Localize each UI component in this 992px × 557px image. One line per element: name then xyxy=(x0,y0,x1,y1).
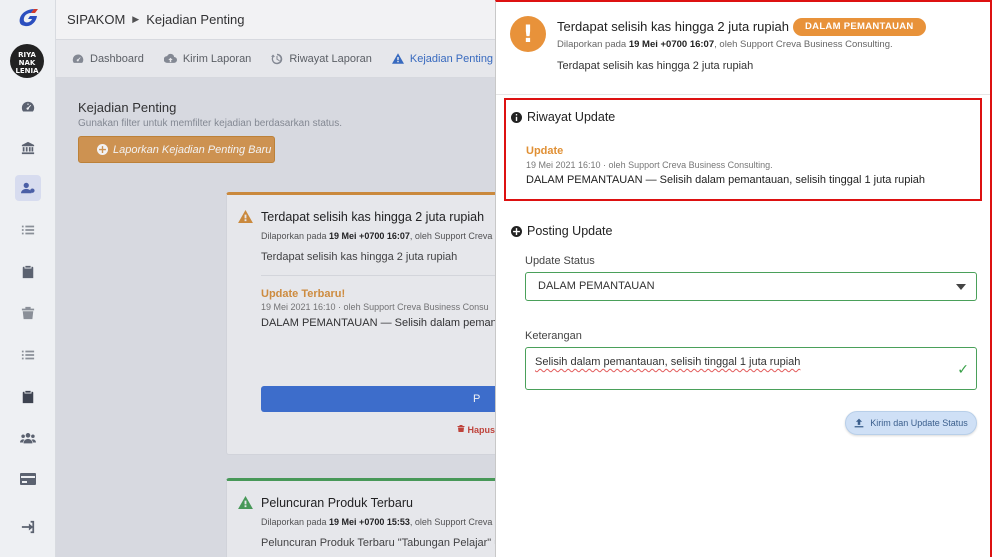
panel-header: ! Terdapat selisih kas hingga 2 juta rup… xyxy=(496,2,990,95)
note-textarea[interactable]: Selisih dalam pemantauan, selisih tingga… xyxy=(525,347,977,390)
clipboard-check-icon[interactable] xyxy=(17,386,39,408)
history-heading: Riwayat Update xyxy=(511,110,615,124)
bank-icon[interactable] xyxy=(17,137,39,159)
status-select[interactable]: DALAM PEMANTAUAN xyxy=(525,272,977,301)
list-icon[interactable] xyxy=(17,219,39,241)
history-title: Riwayat Update xyxy=(527,110,616,124)
panel-title: Terdapat selisih kas hingga 2 juta rupia… xyxy=(557,19,789,34)
panel-meta: Dilaporkan pada 19 Mei +0700 16:07, oleh… xyxy=(557,39,893,50)
submit-label: Kirim dan Update Status xyxy=(870,418,968,428)
trash-icon[interactable] xyxy=(17,302,39,324)
logout-icon[interactable] xyxy=(17,516,39,538)
app-logo[interactable] xyxy=(16,6,40,28)
posting-title: Posting Update xyxy=(527,224,613,238)
history-item-title: Update xyxy=(526,145,564,157)
check-icon: ✓ xyxy=(957,361,969,377)
users-icon[interactable] xyxy=(17,427,39,449)
posting-heading: Posting Update xyxy=(511,224,612,238)
caret-down-icon xyxy=(956,284,966,290)
status-badge: DALAM PEMANTAUAN xyxy=(793,18,926,36)
update-history: Riwayat Update Update 19 Mei 2021 16:10 … xyxy=(504,98,982,201)
upload-icon xyxy=(854,418,864,428)
panel-description: Terdapat selisih kas hingga 2 juta rupia… xyxy=(557,60,754,72)
avatar[interactable]: RIYA NAK LENIA xyxy=(10,44,44,78)
history-item-meta: 19 Mei 2021 16:10 · oleh Support Creva B… xyxy=(526,160,773,170)
plus-circle-icon xyxy=(511,225,522,237)
clipboard-check-icon[interactable] xyxy=(17,261,39,283)
meta-suffix: , oleh Support Creva Business Consulting… xyxy=(714,39,893,50)
modal-backdrop[interactable] xyxy=(56,0,496,557)
dashboard-icon[interactable] xyxy=(17,96,39,118)
sidebar-rail: RIYA NAK LENIA xyxy=(0,0,56,557)
card-icon[interactable] xyxy=(17,468,39,490)
list-icon[interactable] xyxy=(17,344,39,366)
history-item-status: DALAM PEMANTAUAN xyxy=(526,174,643,186)
submit-update-button[interactable]: Kirim dan Update Status xyxy=(845,411,977,435)
status-label: Update Status xyxy=(525,255,595,267)
meta-prefix: Dilaporkan pada xyxy=(557,39,629,50)
user-icon[interactable] xyxy=(15,175,41,201)
detail-panel: ! Terdapat selisih kas hingga 2 juta rup… xyxy=(495,0,992,557)
meta-date: 19 Mei +0700 16:07 xyxy=(628,39,715,50)
avatar-label: RIYA NAK LENIA xyxy=(15,51,39,75)
history-item-text: DALAM PEMANTAUAN — Selisih dalam pemanta… xyxy=(526,174,925,186)
status-select-value: DALAM PEMANTAUAN xyxy=(538,280,655,292)
note-value: Selisih dalam pemantauan, selisih tingga… xyxy=(535,356,801,368)
history-item-note: — Selisih dalam pemantauan, selisih ting… xyxy=(642,174,926,186)
info-icon xyxy=(511,111,522,123)
note-label: Keterangan xyxy=(525,330,582,342)
exclamation-icon: ! xyxy=(510,16,546,52)
